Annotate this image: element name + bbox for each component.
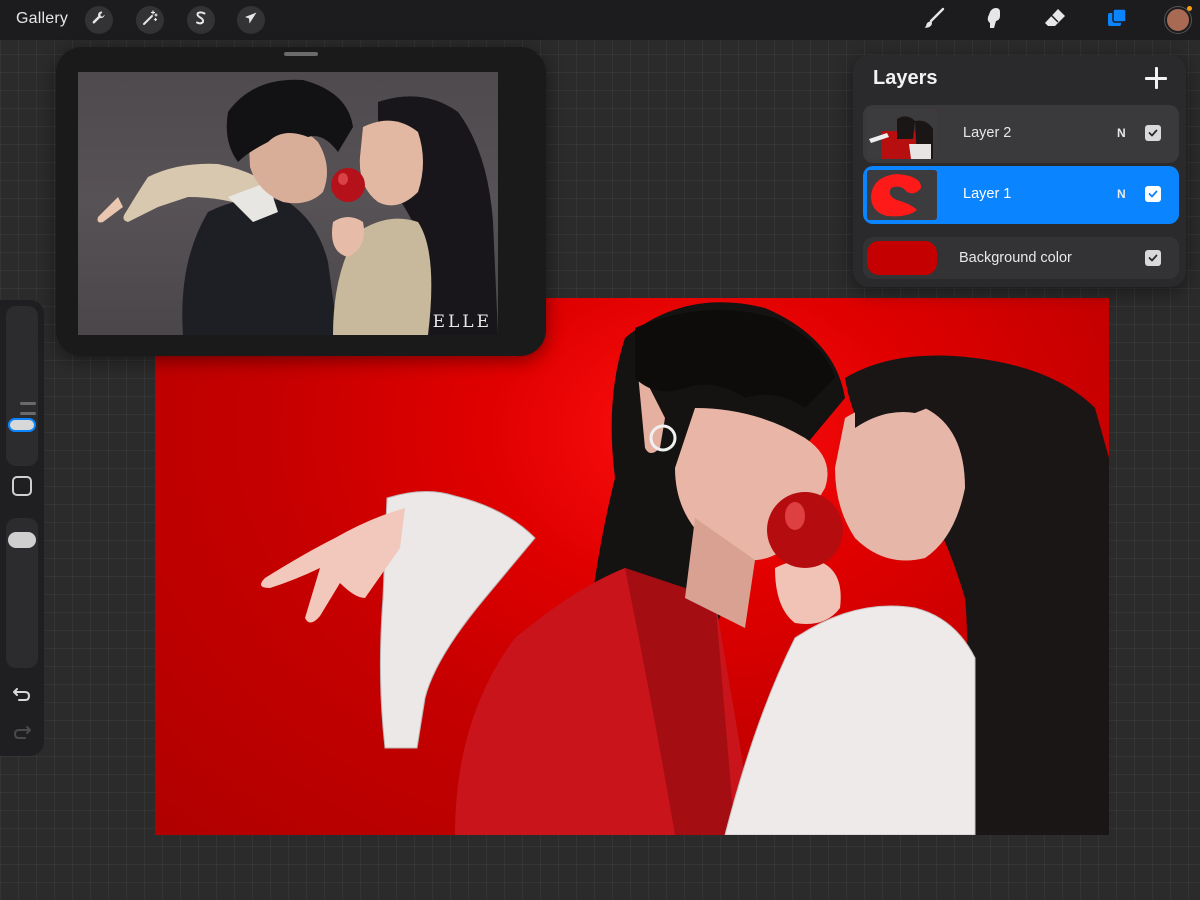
add-layer-button[interactable] <box>1143 65 1169 91</box>
magic-wand-icon <box>142 9 158 31</box>
transform-button[interactable] <box>237 6 265 34</box>
eraser-icon <box>1043 6 1067 35</box>
gallery-button[interactable]: Gallery <box>16 10 68 28</box>
adjustments-button[interactable] <box>136 6 164 34</box>
left-sidebar <box>0 300 44 756</box>
background-color-swatch <box>867 241 937 275</box>
brush-icon <box>922 6 946 35</box>
reference-window[interactable]: ELLE <box>56 47 546 356</box>
blend-mode-button[interactable]: N <box>1117 187 1126 201</box>
checkmark-icon <box>1148 190 1158 198</box>
brush-size-slider[interactable] <box>6 306 38 466</box>
layers-icon <box>1105 6 1129 35</box>
checkmark-icon <box>1148 254 1158 262</box>
slider-tick <box>20 412 36 415</box>
layers-panel-title: Layers <box>873 67 938 89</box>
layer-thumbnail <box>867 170 937 220</box>
layers-tool[interactable] <box>1103 6 1131 34</box>
color-indicator-dot <box>1187 6 1192 11</box>
eraser-tool[interactable] <box>1041 6 1069 34</box>
drawing-canvas[interactable] <box>155 298 1109 835</box>
background-visibility-checkbox[interactable] <box>1145 250 1161 266</box>
undo-icon <box>12 685 32 708</box>
layer-row-layer-2[interactable]: Layer 2 N <box>863 105 1179 163</box>
layer-name: Layer 2 <box>963 125 1012 141</box>
modify-button[interactable] <box>12 476 32 496</box>
brush-opacity-thumb[interactable] <box>8 532 36 548</box>
undo-button[interactable] <box>10 686 34 706</box>
layers-panel: Layers Layer 2 N Layer 1 N Background co… <box>853 55 1186 287</box>
brush-tool[interactable] <box>920 6 948 34</box>
actions-button[interactable] <box>85 6 113 34</box>
layer-thumbnail <box>867 109 937 159</box>
selection-s-icon <box>193 10 209 31</box>
layer-name: Layer 1 <box>963 186 1012 202</box>
selection-button[interactable] <box>187 6 215 34</box>
redo-button[interactable] <box>10 724 34 744</box>
redo-icon <box>12 723 32 746</box>
current-color-swatch[interactable] <box>1165 7 1191 33</box>
smudge-tool[interactable] <box>980 6 1008 34</box>
arrow-cursor-icon <box>243 10 259 31</box>
blend-mode-button[interactable]: N <box>1117 126 1126 140</box>
wrench-icon <box>91 10 107 31</box>
checkmark-icon <box>1148 129 1158 137</box>
slider-tick <box>20 402 36 405</box>
layer-row-layer-1[interactable]: Layer 1 N <box>863 166 1179 224</box>
brush-size-thumb[interactable] <box>8 418 36 432</box>
top-toolbar: Gallery <box>0 0 1200 40</box>
layer-visibility-checkbox[interactable] <box>1145 186 1161 202</box>
reference-watermark: ELLE <box>432 312 492 332</box>
canvas-artwork <box>261 302 1109 835</box>
layer-visibility-checkbox[interactable] <box>1145 125 1161 141</box>
smudge-icon <box>982 6 1006 35</box>
reference-photo: ELLE <box>78 72 498 335</box>
layer-name: Background color <box>959 250 1072 266</box>
background-color-layer[interactable]: Background color <box>863 237 1179 279</box>
reference-drag-handle[interactable] <box>284 52 318 56</box>
